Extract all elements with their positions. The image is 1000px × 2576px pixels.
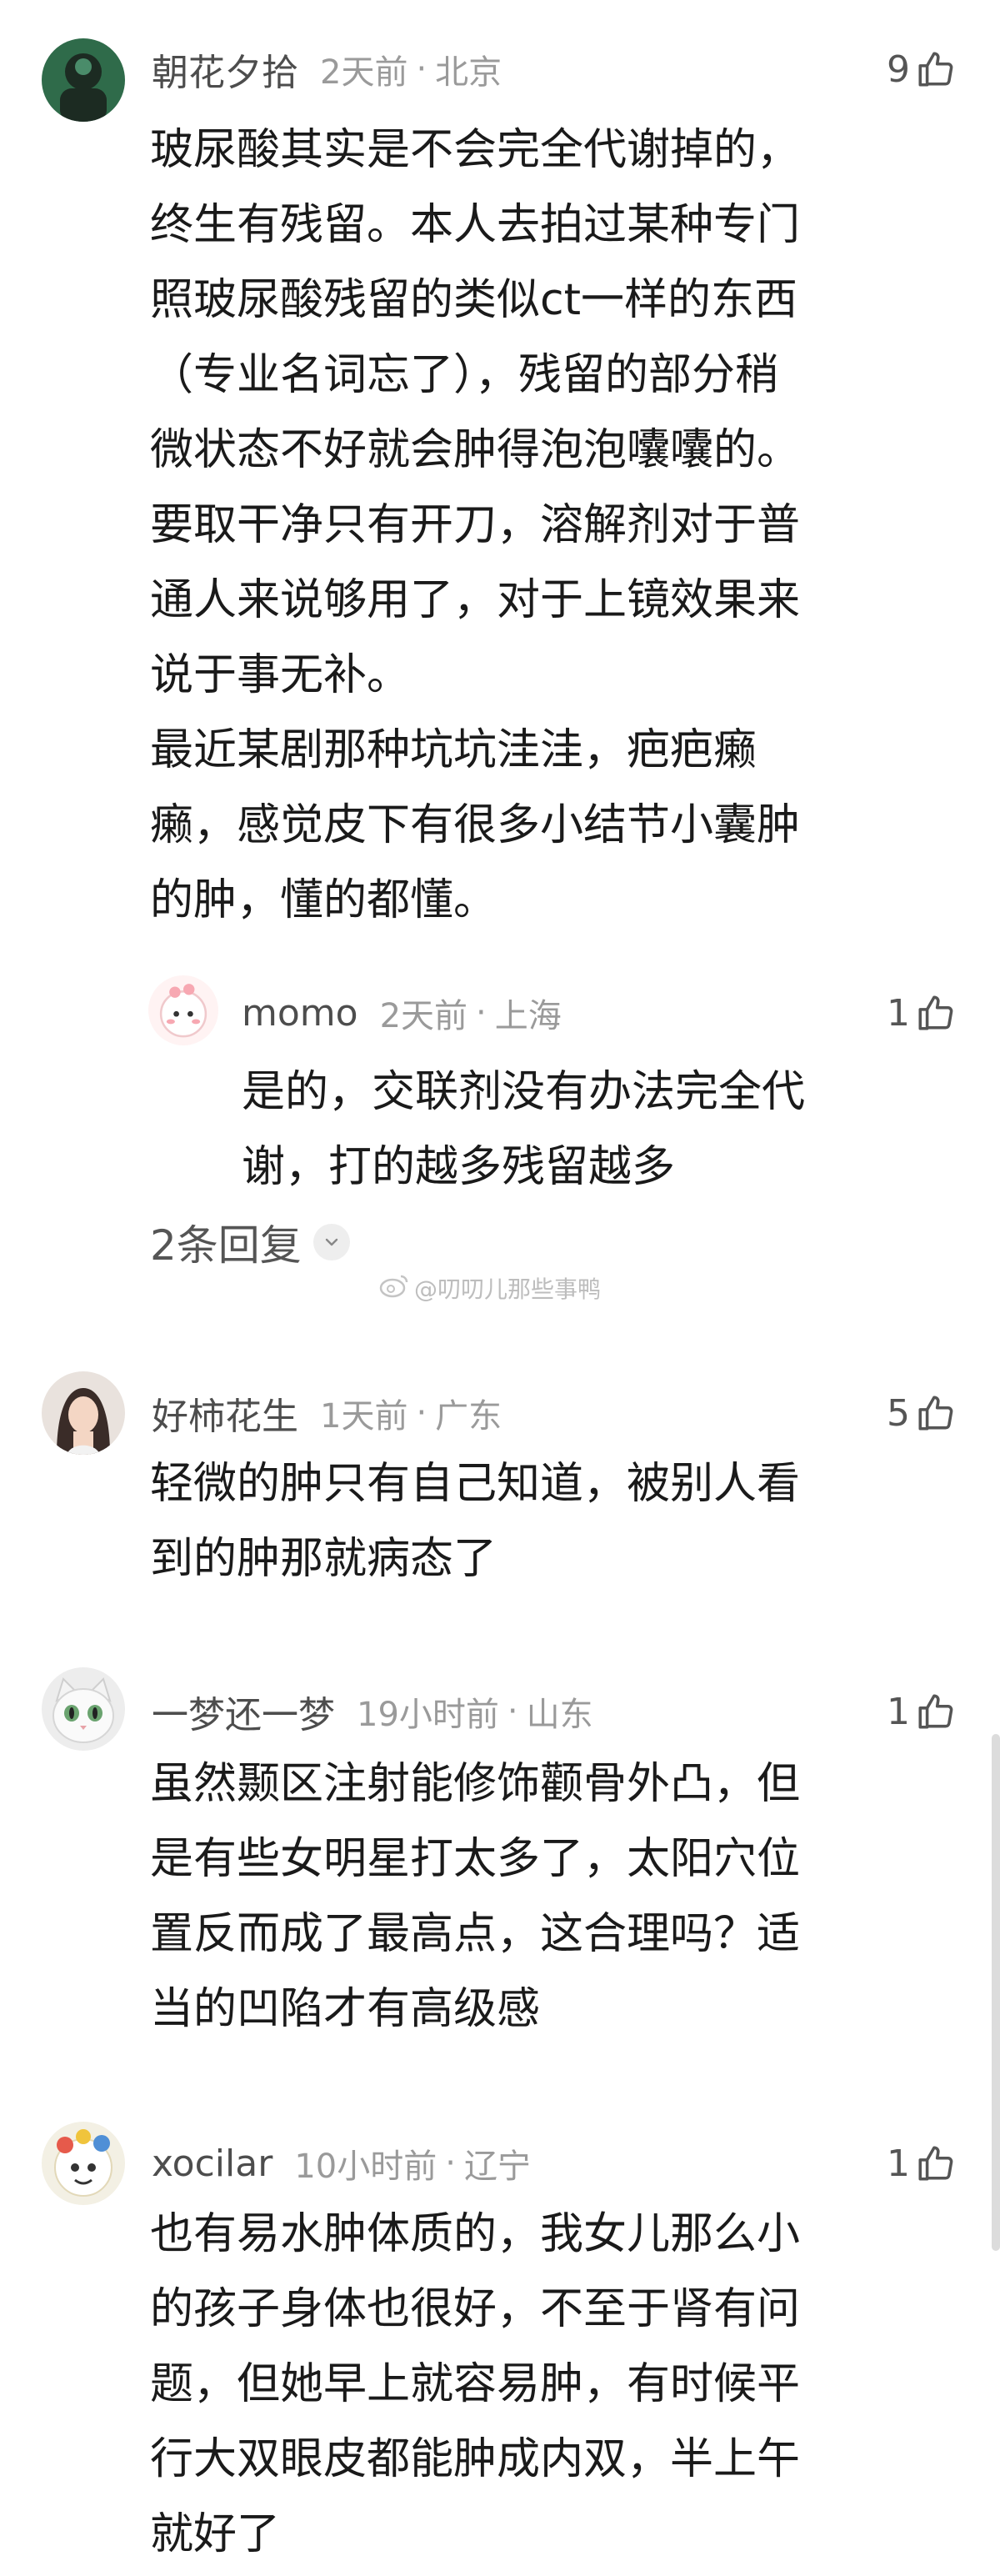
comment-text: 轻微的肿只有自己知道，被别人看 到的肿那就病态了	[150, 1459, 801, 1584]
thumbs-up-icon[interactable]	[915, 992, 957, 1034]
username[interactable]: 好柿花生	[152, 1386, 298, 1440]
timestamp: 19小时前	[357, 1696, 499, 1734]
location: 辽宁	[463, 2148, 531, 2186]
separator-dot: ·	[445, 2144, 456, 2183]
username[interactable]: xocilar	[152, 2142, 272, 2185]
scrollbar[interactable]	[992, 1734, 1000, 2251]
avatar[interactable]	[42, 2122, 125, 2205]
like-button[interactable]: 5	[887, 1384, 957, 1442]
timestamp: 2天前	[320, 53, 408, 92]
username[interactable]: momo	[242, 992, 358, 1035]
timestamp: 10小时前	[294, 2148, 438, 2186]
location: 北京	[435, 53, 502, 92]
comment-meta: 朝花夕拾 2天前 · 北京	[152, 40, 502, 98]
timestamp: 1天前	[320, 1397, 408, 1436]
like-count: 1	[887, 1690, 910, 1733]
separator-dot: ·	[476, 994, 487, 1032]
avatar[interactable]	[42, 38, 125, 122]
separator-dot: ·	[416, 50, 428, 88]
separator-dot: ·	[507, 1692, 518, 1731]
thumbs-up-icon[interactable]	[915, 1392, 957, 1434]
separator-dot: ·	[416, 1394, 428, 1432]
comment-meta: xocilar 10小时前 · 辽宁	[152, 2134, 531, 2193]
comment-meta: 好柿花生 1天前 · 广东	[152, 1384, 502, 1442]
location: 广东	[435, 1397, 502, 1436]
like-count: 9	[887, 48, 910, 91]
watermark: @叨叨儿那些事鸭	[379, 1271, 601, 1305]
location: 山东	[526, 1696, 593, 1734]
username[interactable]: 朝花夕拾	[152, 43, 298, 96]
timestamp: 2天前	[379, 997, 468, 1035]
like-button[interactable]: 1	[887, 984, 957, 1042]
reply-text: 是的，交联剂没有办法完全代 谢，打的越多残留越多	[242, 1067, 806, 1192]
avatar[interactable]	[148, 975, 218, 1045]
comment-text: 虽然颞区注射能修饰颧骨外凸，但 是有些女明星打太多了，太阳穴位 置反而成了最高点…	[150, 1759, 801, 2034]
comment-text: 也有易水肿体质的，我女儿那么小 的孩子身体也很好，不至于肾有问 题，但她早上就容…	[150, 2209, 801, 2559]
thumbs-up-icon[interactable]	[915, 1691, 957, 1732]
replies-count-label: 2条回复	[150, 1221, 302, 1270]
expand-replies-button[interactable]: 2条回复	[150, 1209, 350, 1275]
like-button[interactable]: 1	[887, 1682, 957, 1741]
thumbs-up-icon[interactable]	[915, 48, 957, 90]
like-count: 1	[887, 2142, 910, 2185]
thumbs-up-icon[interactable]	[915, 2142, 957, 2184]
avatar[interactable]	[42, 1667, 125, 1751]
username[interactable]: 一梦还一梦	[152, 1685, 335, 1738]
comment-text: 玻尿酸其实是不会完全代谢掉的， 终生有残留。本人去拍过某种专门 照玻尿酸残留的类…	[150, 125, 801, 925]
like-count: 5	[887, 1391, 910, 1435]
location: 上海	[494, 997, 562, 1035]
weibo-icon	[379, 1273, 409, 1304]
avatar[interactable]	[42, 1371, 125, 1455]
reply-meta: momo 2天前 · 上海	[242, 984, 562, 1042]
comment-meta: 一梦还一梦 19小时前 · 山东	[152, 1682, 593, 1741]
like-button[interactable]: 1	[887, 2134, 957, 2193]
like-count: 1	[887, 991, 910, 1035]
watermark-text: @叨叨儿那些事鸭	[414, 1275, 602, 1303]
like-button[interactable]: 9	[887, 40, 957, 98]
chevron-down-icon[interactable]	[312, 1224, 350, 1260]
